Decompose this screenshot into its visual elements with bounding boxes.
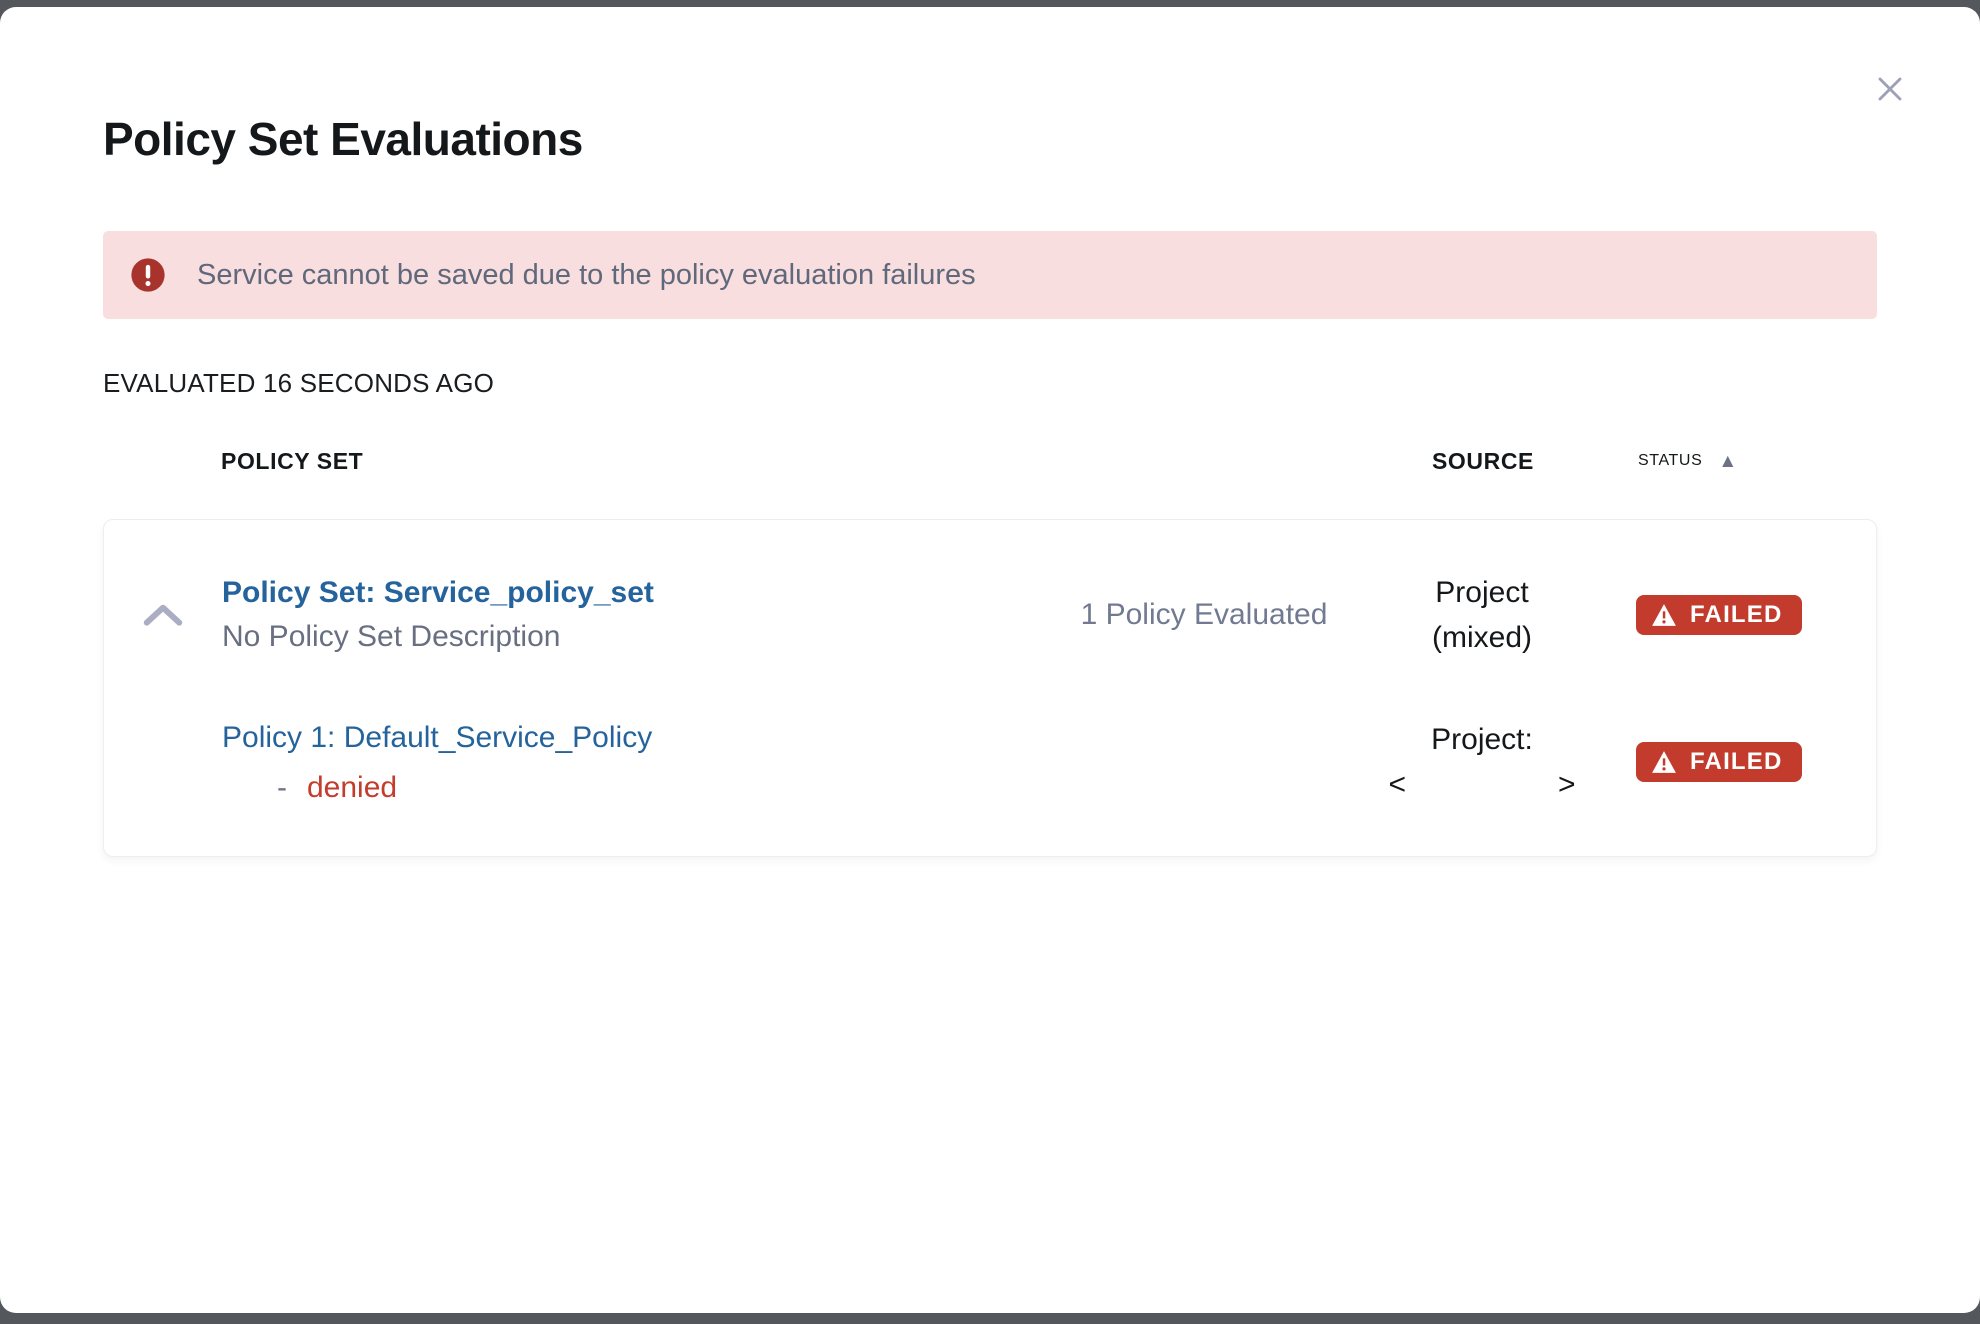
page-backdrop: Policy Set Evaluations Service cannot be… [0, 0, 1980, 1324]
collapse-row-button[interactable] [135, 595, 191, 635]
table-header-row: POLICY SET SOURCE STATUS ▲ [103, 447, 1877, 475]
modal-title: Policy Set Evaluations [103, 7, 1877, 167]
status-badge-failed: FAILED [1636, 595, 1802, 635]
policy-source-cell: Project: <> [1388, 717, 1575, 807]
policies-evaluated-count: 1 Policy Evaluated [1081, 598, 1328, 632]
column-header-status[interactable]: STATUS ▲ [1630, 447, 1877, 475]
modal-content: Policy Set Evaluations Service cannot be… [0, 7, 1980, 1313]
status-badge-failed: FAILED [1636, 742, 1802, 782]
column-header-source: SOURCE [1432, 447, 1534, 475]
source-line-1: Project: [1388, 717, 1575, 762]
chevron-up-icon [140, 601, 186, 629]
policy-row: Policy 1: Default_Service_Policy -denied… [104, 716, 1876, 808]
policy-result-line: -denied [222, 768, 1073, 808]
policy-set-status-cell: FAILED [1629, 595, 1876, 635]
policy-set-evaluations-modal: Policy Set Evaluations Service cannot be… [0, 7, 1980, 1313]
policy-link[interactable]: Policy 1: Default_Service_Policy [222, 721, 652, 754]
policy-set-row: Policy Set: Service_policy_set No Policy… [104, 570, 1876, 660]
close-button[interactable] [1866, 65, 1914, 113]
denied-result-text: denied [307, 771, 397, 804]
policy-cell: Policy 1: Default_Service_Policy -denied [222, 716, 1073, 808]
policy-set-description: No Policy Set Description [222, 615, 1073, 659]
error-message: Service cannot be saved due to the polic… [197, 259, 976, 292]
column-header-status-label: STATUS [1638, 447, 1702, 475]
evaluation-results-card: Policy Set: Service_policy_set No Policy… [103, 519, 1877, 857]
warning-triangle-icon [1651, 603, 1677, 627]
policy-set-cell: Policy Set: Service_policy_set No Policy… [222, 571, 1073, 659]
sort-ascending-icon: ▲ [1718, 452, 1737, 471]
source-line-1: Project [1432, 570, 1532, 615]
source-line-2: (mixed) [1432, 615, 1532, 660]
angle-open: < [1388, 768, 1406, 801]
error-banner: Service cannot be saved due to the polic… [103, 231, 1877, 319]
source-line-2: <> [1388, 762, 1575, 807]
policy-status-cell: FAILED [1629, 742, 1876, 782]
evaluated-timestamp: EVALUATED 16 SECONDS AGO [103, 367, 1877, 399]
column-header-policy-set: POLICY SET [221, 447, 1074, 475]
policy-set-source-cell: Project (mixed) [1432, 570, 1532, 660]
warning-triangle-icon [1651, 750, 1677, 774]
status-badge-label: FAILED [1690, 602, 1783, 628]
result-dash: - [222, 771, 287, 804]
status-badge-label: FAILED [1690, 749, 1783, 775]
close-icon [1870, 69, 1910, 109]
expand-cell [135, 595, 191, 635]
exclamation-circle-icon [129, 256, 167, 294]
policy-set-link[interactable]: Policy Set: Service_policy_set [222, 576, 654, 609]
angle-close: > [1558, 768, 1576, 801]
